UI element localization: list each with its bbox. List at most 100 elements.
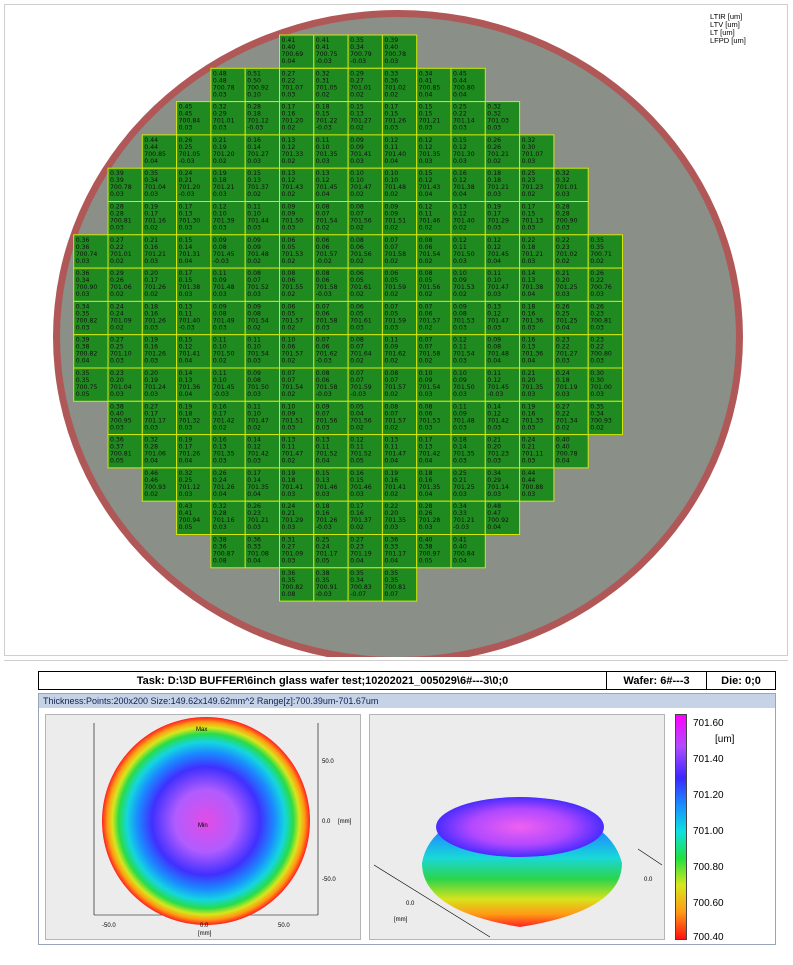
die-cell[interactable]: 0.430.41700.940.05	[176, 500, 212, 536]
die-cell[interactable]: 0.150.14701.310.04	[176, 234, 212, 269]
die-cell[interactable]: 0.090.09701.500.03	[279, 201, 315, 236]
die-cell[interactable]: 0.280.18701.12-0.03	[244, 101, 280, 136]
die-cell[interactable]: 0.210.20701.350.03	[519, 367, 555, 402]
die-cell[interactable]: 0.150.13701.270.02	[347, 101, 383, 136]
die-cell[interactable]: 0.260.26701.210.02	[484, 134, 521, 169]
die-cell[interactable]: 0.350.35700.810.07	[381, 567, 418, 602]
die-cell[interactable]: 0.100.09701.500.03	[450, 367, 486, 402]
die-cell[interactable]: 0.190.16701.410.02	[381, 467, 418, 502]
die-cell[interactable]: 0.120.10701.390.03	[210, 201, 246, 236]
die-cell[interactable]: 0.170.15701.380.03	[176, 267, 212, 302]
die-cell[interactable]: 0.160.15701.460.03	[347, 467, 383, 502]
die-cell[interactable]: 0.270.23701.190.04	[347, 534, 383, 569]
die-cell[interactable]: 0.110.09701.480.03	[210, 267, 246, 302]
die-cell[interactable]: 0.240.21701.290.03	[279, 500, 315, 536]
die-cell[interactable]: 0.090.08701.480.04	[484, 334, 521, 369]
die-cell[interactable]: 0.150.12701.430.04	[416, 167, 452, 202]
die-cell[interactable]: 0.130.12701.470.03	[484, 300, 521, 336]
die-cell[interactable]: 0.080.05701.560.02	[416, 267, 452, 302]
die-cell[interactable]: 0.180.15701.22-0.03	[313, 101, 349, 136]
die-cell[interactable]: 0.070.05701.590.03	[381, 300, 418, 336]
die-cell[interactable]: 0.080.06701.58-0.03	[313, 367, 349, 402]
die-cell[interactable]: 0.320.30701.070.03	[519, 134, 555, 169]
thickness-2d-plot[interactable]: Max Min 50.0 0.0 [mm] -50.0 -50.0 0.0 50…	[45, 714, 361, 940]
die-cell[interactable]: 0.110.10701.350.03	[313, 134, 349, 169]
die-cell[interactable]: 0.180.14701.350.03	[450, 434, 486, 469]
die-cell[interactable]: 0.150.12701.300.03	[450, 134, 486, 169]
die-cell[interactable]: 0.300.30701.000.03	[587, 367, 624, 402]
die-cell[interactable]: 0.250.23701.230.02	[519, 167, 555, 202]
die-cell[interactable]: 0.360.37700.810.05	[107, 434, 143, 469]
die-cell[interactable]: 0.260.24701.260.04	[210, 467, 246, 502]
die-cell[interactable]: 0.360.33701.080.04	[244, 534, 280, 569]
die-cell[interactable]: 0.400.38700.970.05	[416, 534, 452, 569]
die-cell[interactable]: 0.360.34700.900.03	[73, 267, 109, 302]
die-cell[interactable]: 0.190.16701.330.03	[519, 400, 555, 436]
die-cell[interactable]: 0.130.12701.430.02	[279, 167, 315, 202]
die-cell[interactable]: 0.160.17701.420.02	[210, 400, 246, 436]
die-cell[interactable]: 0.390.38700.820.04	[73, 334, 109, 369]
die-cell[interactable]: 0.110.12701.45-0.03	[484, 367, 521, 402]
die-cell[interactable]: 0.290.26701.060.02	[107, 267, 143, 302]
die-cell[interactable]: 0.320.29701.010.03	[210, 101, 246, 136]
die-cell[interactable]: 0.410.41700.75-0.03	[313, 34, 349, 69]
die-cell[interactable]: 0.110.09701.620.02	[381, 334, 418, 369]
die-cell[interactable]: 0.270.17701.170.03	[141, 400, 178, 436]
die-cell[interactable]: 0.070.06701.62-0.03	[313, 334, 349, 369]
die-cell[interactable]: 0.130.12701.450.04	[313, 167, 349, 202]
die-cell[interactable]: 0.120.11701.400.04	[381, 134, 418, 169]
die-cell[interactable]: 0.100.10701.470.02	[347, 167, 383, 202]
die-cell[interactable]: 0.270.22701.010.02	[107, 234, 143, 269]
die-cell[interactable]: 0.140.12701.420.03	[484, 400, 521, 436]
die-cell[interactable]: 0.100.09701.510.03	[279, 400, 315, 436]
die-cell[interactable]: 0.190.17701.290.03	[484, 201, 521, 236]
die-cell[interactable]: 0.260.23701.210.03	[244, 500, 280, 536]
die-cell[interactable]: 0.180.16701.26-0.03	[313, 500, 349, 536]
die-cell[interactable]: 0.210.19701.200.02	[210, 134, 246, 169]
die-cell[interactable]: 0.320.28701.060.04	[141, 434, 178, 469]
die-cell[interactable]: 0.160.13701.350.03	[210, 434, 246, 469]
die-cell[interactable]: 0.140.12701.420.03	[244, 434, 280, 469]
die-cell[interactable]: 0.270.22701.070.03	[279, 67, 315, 103]
die-cell[interactable]: 0.090.09701.510.02	[381, 201, 418, 236]
die-cell[interactable]: 0.130.11701.520.04	[313, 434, 349, 469]
die-cell[interactable]: 0.240.24701.090.02	[107, 300, 143, 336]
die-cell[interactable]: 0.110.10701.470.02	[244, 400, 280, 436]
die-cell[interactable]: 0.320.32701.030.03	[484, 101, 521, 136]
die-cell[interactable]: 0.160.12701.380.04	[450, 167, 486, 202]
die-cell[interactable]: 0.240.18701.190.03	[553, 367, 589, 402]
die-cell[interactable]: 0.090.08701.500.03	[244, 367, 280, 402]
die-cell[interactable]: 0.320.31701.050.02	[313, 67, 349, 103]
die-cell[interactable]: 0.070.06701.570.02	[416, 300, 452, 336]
die-cell[interactable]: 0.170.16701.200.02	[279, 101, 315, 136]
die-cell[interactable]: 0.240.21701.110.03	[519, 434, 555, 469]
die-cell[interactable]: 0.190.18701.410.03	[279, 467, 315, 502]
die-cell[interactable]: 0.120.11701.520.05	[347, 434, 383, 469]
die-cell[interactable]: 0.260.22700.760.03	[587, 267, 624, 302]
die-cell[interactable]: 0.090.08701.45-0.03	[210, 234, 246, 269]
die-cell[interactable]: 0.350.35700.750.05	[73, 367, 109, 402]
die-cell[interactable]: 0.110.10701.45-0.03	[210, 367, 246, 402]
die-cell[interactable]: 0.080.07701.560.02	[347, 201, 383, 236]
die-cell[interactable]: 0.080.06701.560.02	[347, 234, 383, 269]
die-cell[interactable]: 0.210.20701.230.03	[484, 434, 521, 469]
thickness-3d-plot[interactable]: 0.0 [mm] 0.0	[369, 714, 665, 940]
die-cell[interactable]: 0.070.07701.540.02	[279, 367, 315, 402]
die-cell[interactable]: 0.060.05701.570.02	[279, 300, 315, 336]
die-cell[interactable]: 0.060.05701.530.02	[279, 234, 315, 269]
die-cell[interactable]: 0.190.18701.210.03	[210, 167, 246, 202]
die-cell[interactable]: 0.070.07701.580.02	[381, 234, 418, 269]
die-cell[interactable]: 0.340.35700.820.03	[73, 300, 109, 336]
die-cell[interactable]: 0.350.34701.040.03	[141, 167, 178, 202]
die-cell[interactable]: 0.150.13701.460.03	[313, 467, 349, 502]
die-cell[interactable]: 0.280.26701.280.03	[416, 500, 452, 536]
die-cell[interactable]: 0.120.12701.350.03	[416, 134, 452, 169]
die-cell[interactable]: 0.070.07701.580.02	[416, 334, 452, 369]
die-cell[interactable]: 0.100.10701.480.02	[381, 167, 418, 202]
die-cell[interactable]: 0.220.18701.210.03	[519, 234, 555, 269]
die-cell[interactable]: 0.120.11701.500.03	[450, 234, 486, 269]
die-cell[interactable]: 0.260.23700.810.03	[587, 300, 624, 336]
die-cell[interactable]: 0.450.44700.800.04	[450, 67, 486, 103]
die-cell[interactable]: 0.180.18701.210.03	[484, 167, 521, 202]
die-cell[interactable]: 0.150.12701.410.04	[176, 334, 212, 369]
